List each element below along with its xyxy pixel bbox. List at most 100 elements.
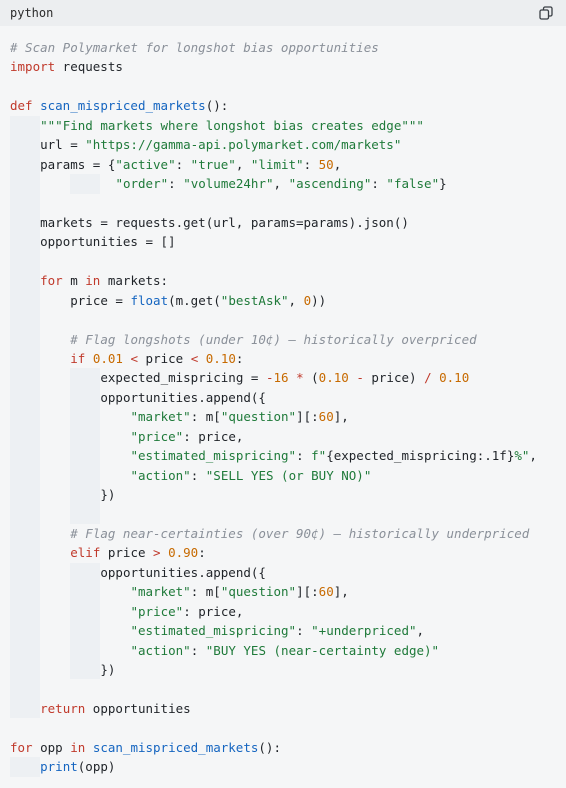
code-token: 0.90 [168,545,199,561]
code-token: 0.10 [318,370,349,386]
indent-guide [10,387,101,408]
indent-guide [10,310,70,330]
code-token: return [40,700,86,716]
code-line: """Find markets where longshot bias crea… [10,115,566,136]
code-token: : [303,156,319,172]
code-line: # Scan Polymarket for longshot bias oppo… [10,38,566,57]
code-token: 0 [303,292,312,308]
code-token: # Flag near-certainties (over 90¢) — his… [70,525,530,541]
code-line [10,251,566,272]
code-token: , [333,156,342,172]
code-token: if [70,351,86,366]
code-token: (): [205,98,229,114]
code-line: "price": price, [10,601,566,622]
indent-guide [10,582,131,602]
code-token: "question" [220,584,297,600]
code-line: expected_mispricing = -16 * (0.10 - pric… [10,368,566,388]
code-token: }) [100,662,116,677]
code-token: : [190,467,206,483]
code-token: print [40,759,78,775]
code-token: params = { [40,156,116,172]
code-token: url = [40,137,86,153]
code-token: in [70,739,86,755]
code-block-header: python [0,0,566,26]
code-line: return opportunities [10,698,566,719]
indent-guide [10,504,101,524]
code-token: "ascending" [288,176,372,192]
code-token: 0.10 [205,351,236,366]
code-line: opportunities.append({ [10,562,566,583]
indent-guide [10,757,41,777]
code-line: opportunities = [] [10,232,566,252]
code-content: # Scan Polymarket for longshot bias oppo… [0,26,566,777]
code-token: for [10,739,33,755]
code-line: def scan_mispriced_markets(): [10,96,566,115]
code-token: / [424,370,432,386]
indent-guide [10,290,70,311]
code-token: , [288,292,304,308]
code-token: * [296,370,304,386]
code-token: ], [333,409,349,425]
code-token: opportunities.append({ [100,389,266,405]
code-token: < [130,351,139,366]
indent-guide [10,368,101,388]
code-token: )) [311,292,327,308]
indent-guide [10,271,41,291]
code-token: elif [70,545,101,561]
code-token: "market" [130,584,191,600]
code-token: , [529,448,537,464]
code-token: scan_mispriced_markets [40,98,206,114]
code-token: ][: [296,584,319,600]
code-token: ], [333,584,349,600]
indent-guide [10,485,101,505]
code-line [10,504,566,524]
indent-guide [10,465,131,486]
code-token: : [296,623,312,639]
code-token: "action" [130,642,191,658]
code-token: : m[ [190,584,221,600]
indent-guide [10,407,131,427]
code-token: opp [32,739,71,755]
code-line: "market": m["question"][:60], [10,407,566,427]
code-token: "volume24hr" [183,176,274,192]
code-token: "estimated_mispricing" [130,448,297,464]
code-token: ( [303,370,319,386]
code-token: markets: [100,273,169,289]
code-token: (): [258,739,281,755]
code-token: "+underpriced" [311,623,417,639]
indent-guide [10,679,41,699]
code-token: }) [100,487,116,503]
code-token: markets = requests.get(url, params=param… [40,214,409,230]
code-line: "estimated_mispricing": f"{expected_misp… [10,446,566,466]
indent-guide [10,154,41,175]
code-token: "order" [115,176,169,192]
code-line [10,193,566,213]
code-token: 0.01 [92,351,123,366]
code-token: float [130,292,169,308]
code-line: for m in markets: [10,271,566,291]
code-token: : [296,448,312,464]
indent-guide [10,251,41,272]
code-block: python # Scan Polymarket for longshot bi… [0,0,566,788]
code-token: 16 [273,370,289,386]
code-token: : price, [183,603,244,619]
code-token: 0.10 [439,370,470,386]
code-token: , [235,156,251,172]
code-token: price) [363,370,425,386]
code-token: : [168,176,184,192]
code-token: expected_mispricing = [100,370,266,386]
copy-icon[interactable] [538,5,554,21]
code-line: for opp in scan_mispriced_markets(): [10,738,566,757]
code-line [10,310,566,330]
code-line: # Flag near-certainties (over 90¢) — his… [10,523,566,544]
code-line: }) [10,485,566,505]
code-line: params = {"active": "true", "limit": 50, [10,154,566,175]
code-token: "bestAsk" [220,292,289,308]
code-token: : [198,545,206,561]
code-token: "active" [115,156,176,172]
code-token: : [175,156,191,172]
code-token: def [10,98,33,114]
code-token: # Scan Polymarket for longshot bias oppo… [10,40,379,55]
